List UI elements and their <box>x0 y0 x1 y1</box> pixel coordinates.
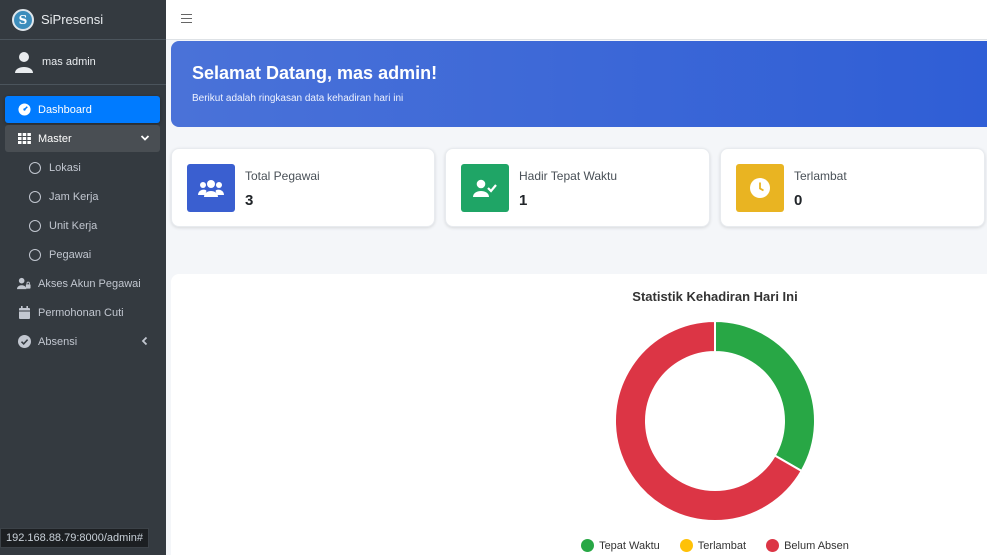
user-lock-icon <box>17 277 31 291</box>
users-icon <box>187 164 235 212</box>
sidebar-item-label: Akses Akun Pegawai <box>38 277 141 290</box>
legend-label: Belum Absen <box>784 539 849 552</box>
sidebar-item-label: Pegawai <box>49 248 92 261</box>
legend-item-belum-absen[interactable]: Belum Absen <box>766 539 849 552</box>
brand-name: SiPresensi <box>41 12 104 27</box>
legend-label: Terlambat <box>697 539 747 552</box>
hamburger-menu-icon[interactable] <box>181 14 192 26</box>
welcome-title: Selamat Datang, mas admin! <box>192 63 438 83</box>
user-avatar-icon <box>15 52 33 73</box>
circle-icon <box>29 161 41 174</box>
sidebar-item-permohonan-cuti[interactable]: Permohonan Cuti <box>5 299 160 326</box>
legend-label: Tepat Waktu <box>599 539 660 552</box>
brand-logo: S <box>12 8 34 31</box>
welcome-subtitle: Berikut adalah ringkasan data kehadiran … <box>192 93 404 104</box>
stat-card-hadir-tepat-waktu: Hadir Tepat Waktu 1 <box>445 148 710 227</box>
sidebar-item-lokasi[interactable]: Lokasi <box>5 154 160 181</box>
stat-card-terlambat: Terlambat 0 <box>720 148 985 227</box>
sidebar-item-jam-kerja[interactable]: Jam Kerja <box>5 183 160 210</box>
sidebar-nav: Dashboard Master Lokasi Jam Kerja Unit K… <box>0 85 166 355</box>
user-check-icon <box>461 164 509 212</box>
stat-label: Hadir Tepat Waktu <box>519 169 618 183</box>
sidebar-item-unit-kerja[interactable]: Unit Kerja <box>5 212 160 239</box>
legend-item-terlambat[interactable]: Terlambat <box>679 539 747 552</box>
stat-value: 1 <box>519 192 528 209</box>
circle-icon <box>29 219 41 232</box>
sidebar-item-label: Absensi <box>38 335 78 348</box>
brand[interactable]: S SiPresensi <box>0 0 166 40</box>
sidebar: S SiPresensi mas admin Dashboard Master … <box>0 0 166 555</box>
chart-legend: Tepat Waktu Terlambat Belum Absen <box>171 539 987 552</box>
user-name: mas admin <box>42 56 96 68</box>
welcome-banner: Selamat Datang, mas admin! Berikut adala… <box>171 41 987 127</box>
stat-card-total-pegawai: Total Pegawai 3 <box>171 148 435 227</box>
attendance-chart-panel: Statistik Kehadiran Hari Ini Tepat Waktu… <box>171 274 987 555</box>
sidebar-item-pegawai[interactable]: Pegawai <box>5 241 160 268</box>
sidebar-item-label: Dashboard <box>38 103 92 116</box>
status-bar-url: 192.168.88.79:8000/admin# <box>0 528 150 548</box>
circle-icon <box>29 190 41 203</box>
dashboard-gauge-icon <box>17 103 31 117</box>
user-panel[interactable]: mas admin <box>0 40 166 85</box>
chevron-left-icon <box>141 336 148 346</box>
legend-swatch <box>679 539 693 552</box>
stat-value: 3 <box>245 192 254 209</box>
chevron-down-icon <box>140 135 150 141</box>
chart-title: Statistik Kehadiran Hari Ini <box>632 289 798 304</box>
stat-value: 0 <box>794 192 803 209</box>
legend-swatch <box>581 539 595 552</box>
sidebar-item-label: Master <box>38 132 72 145</box>
legend-swatch <box>766 539 780 552</box>
sidebar-item-absensi[interactable]: Absensi <box>5 328 160 355</box>
stat-label: Terlambat <box>794 169 847 183</box>
sidebar-item-akses-akun[interactable]: Akses Akun Pegawai <box>5 270 160 297</box>
check-circle-icon <box>17 335 31 349</box>
sidebar-item-label: Permohonan Cuti <box>38 306 124 319</box>
sidebar-item-master[interactable]: Master <box>5 125 160 152</box>
stat-label: Total Pegawai <box>245 169 320 183</box>
donut-slice-tepat-waktu[interactable] <box>714 319 816 473</box>
sidebar-item-label: Jam Kerja <box>49 190 99 203</box>
sidebar-item-label: Unit Kerja <box>49 219 98 232</box>
calendar-icon <box>17 306 31 320</box>
clock-icon <box>736 164 784 212</box>
sidebar-item-label: Lokasi <box>49 161 81 174</box>
top-navbar <box>166 0 987 40</box>
legend-item-tepat-waktu[interactable]: Tepat Waktu <box>581 539 660 552</box>
circle-icon <box>29 248 41 261</box>
attendance-donut-chart <box>614 319 816 522</box>
sidebar-item-dashboard[interactable]: Dashboard <box>5 96 160 123</box>
grid-icon <box>17 132 31 146</box>
